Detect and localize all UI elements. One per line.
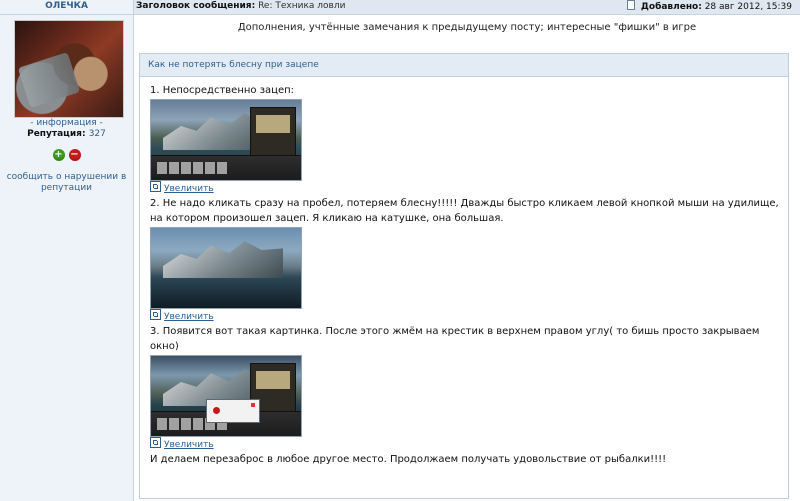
reputation-plus-icon[interactable]: + xyxy=(52,149,65,161)
spoiler-title[interactable]: Как не потерять блесну при зацепе xyxy=(140,54,788,77)
step-1-text: 1. Непосредственно зацеп: xyxy=(150,85,295,96)
enlarge-icon xyxy=(150,437,161,448)
avatar xyxy=(14,20,124,118)
screenshot-1[interactable] xyxy=(150,99,302,181)
user-sidebar: ОЛЕЧКА - информация - Репутация: 327 + −… xyxy=(0,0,134,501)
mountain-graphic xyxy=(163,241,283,278)
added-label: Добавлено: xyxy=(640,2,702,12)
step-2-text: 2. Не надо кликать сразу на пробел, поте… xyxy=(150,198,779,224)
enlarge-link[interactable]: Увеличить xyxy=(150,181,214,194)
reputation-minus-icon[interactable]: − xyxy=(68,149,81,161)
info-link[interactable]: - информация - xyxy=(0,118,133,128)
reputation: Репутация: 327 xyxy=(0,129,133,139)
reputation-buttons: + − xyxy=(0,149,133,161)
reputation-label: Репутация: xyxy=(27,129,86,139)
enlarge-link[interactable]: Увеличить xyxy=(150,437,214,450)
post-icon[interactable] xyxy=(627,0,635,10)
screenshot-3[interactable] xyxy=(150,355,302,437)
enlarge-link[interactable]: Увеличить xyxy=(150,309,214,322)
final-text: И делаем перезаброс в любое другое место… xyxy=(150,454,667,465)
game-dialog-graphic xyxy=(206,399,260,423)
reputation-value[interactable]: 327 xyxy=(89,129,106,139)
added-info: Добавлено: 28 авг 2012, 15:39 xyxy=(627,0,792,13)
post-description: Дополнения, учтённые замечания к предыду… xyxy=(237,22,697,33)
report-reputation-link[interactable]: сообщить о нарушении в репутации xyxy=(0,172,133,194)
spoiler-body: 1. Непосредственно зацеп: Увеличить 2. Н… xyxy=(140,77,788,467)
step-3-text: 3. Появится вот такая картинка. После эт… xyxy=(150,326,760,352)
spoiler: Как не потерять блесну при зацепе 1. Неп… xyxy=(139,53,789,499)
enlarge-icon xyxy=(150,309,161,320)
forum-post: ОЛЕЧКА - информация - Репутация: 327 + −… xyxy=(0,0,800,501)
subject-text: Re: Техника ловли xyxy=(258,1,346,11)
screenshot-2[interactable] xyxy=(150,227,302,309)
post-header: Заголовок сообщения: Re: Техника ловли Д… xyxy=(134,0,800,15)
added-date: 28 авг 2012, 15:39 xyxy=(704,2,792,12)
username[interactable]: ОЛЕЧКА xyxy=(0,0,133,15)
enlarge-icon xyxy=(150,181,161,192)
game-toolbar-graphic xyxy=(151,155,301,180)
subject-label: Заголовок сообщения: xyxy=(136,1,256,11)
